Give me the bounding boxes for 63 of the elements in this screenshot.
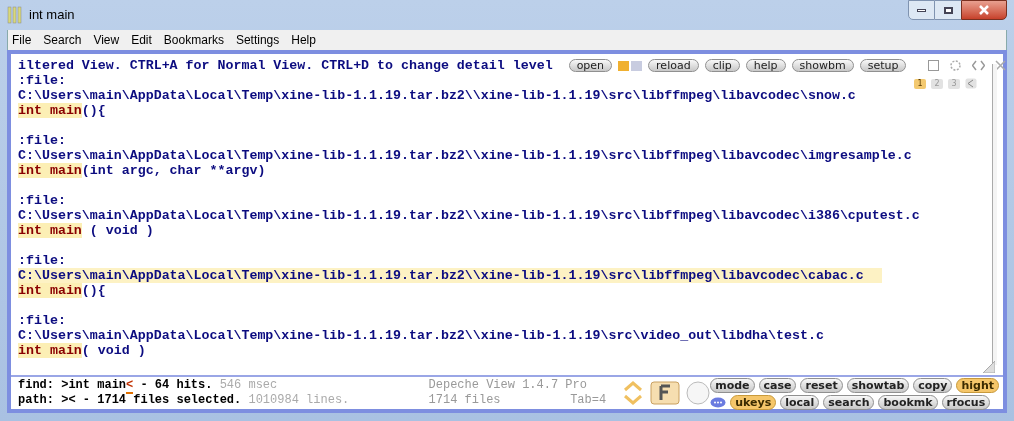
code-line: int main(){	[18, 283, 106, 298]
status-button[interactable]: case	[758, 378, 797, 393]
toolbar-button[interactable]: help	[745, 59, 786, 72]
status-button[interactable]: local	[780, 395, 820, 410]
status-button[interactable]: bookmk	[878, 395, 938, 410]
toolbar-button[interactable]: reload	[648, 59, 699, 72]
window-icon[interactable]	[928, 60, 940, 71]
app-icon	[7, 6, 23, 24]
status-button[interactable]: hight	[956, 378, 999, 393]
file-path[interactable]: C:\Users\main\AppData\Local\Temp\xine-lib-1.1.19.tar.bz2\\xine-lib-1.1.19\src\libffmpeg\libavcodec\imgresample.c	[18, 148, 912, 163]
menu-item[interactable]: File	[12, 31, 32, 49]
toolbar-button[interactable]: clip	[704, 59, 740, 72]
code-line: int main(){	[18, 103, 106, 118]
file-path[interactable]: C:\Users\main\AppData\Local\Temp\xine-lib-1.1.19.tar.bz2\\xine-lib-1.1.19\src\libffmpeg\libavcodec\cabac.c	[18, 268, 882, 283]
code-line: int main( void )	[18, 343, 146, 358]
up-down-icon[interactable]	[622, 380, 645, 406]
file-path[interactable]: C:\Users\main\AppData\Local\Temp\xine-lib-1.1.19.tar.bz2\\xine-lib-1.1.19\src\video_out\libdha\test.c	[18, 328, 824, 343]
code-line: int main(int argc, char **argv)	[18, 163, 266, 178]
file-label: :file:	[18, 193, 66, 208]
file-label: :file:	[18, 253, 66, 268]
tab-width: Tab=4	[570, 393, 607, 408]
close-icon	[978, 5, 990, 15]
code-icon[interactable]	[972, 60, 986, 71]
chat-icon[interactable]	[710, 396, 727, 409]
maximize-button[interactable]	[935, 0, 961, 20]
menu-item[interactable]: Settings	[235, 31, 280, 49]
code-line: int main ( void )	[18, 223, 154, 238]
status-button[interactable]: rfocus	[941, 395, 991, 410]
resize-grip-icon[interactable]	[983, 361, 995, 373]
status-button[interactable]: copy	[913, 378, 953, 393]
scrollbar[interactable]	[992, 64, 997, 365]
header-text: iltered View. CTRL+A for Normal View. CTRL+D to change detail level	[18, 58, 553, 73]
find-status: find: >int main< - 64 hits. 546 msec	[18, 378, 278, 393]
minimize-button[interactable]	[908, 0, 935, 20]
file-path[interactable]: C:\Users\main\AppData\Local\Temp\xine-lib-1.1.19.tar.bz2\\xine-lib-1.1.19\src\libffmpeg\libavcodec\snow.c	[18, 88, 856, 103]
f-key-icon[interactable]	[650, 381, 681, 405]
status-button[interactable]: ukeys	[730, 395, 777, 410]
toolbar-button[interactable]: showbm	[791, 59, 854, 72]
file-path[interactable]: C:\Users\main\AppData\Local\Temp\xine-lib-1.1.19.tar.bz2\\xine-lib-1.1.19\src\libffmpeg\libavcodec\i386\cputest.c	[18, 208, 920, 223]
status-button[interactable]: showtab	[846, 378, 910, 393]
layout-icon[interactable]	[618, 60, 643, 71]
menu-item[interactable]: Edit	[131, 31, 152, 49]
share-icon[interactable]	[965, 78, 977, 89]
app-version: Depeche View 1.4.7 Pro	[428, 378, 587, 393]
menu-item[interactable]: Help	[291, 31, 316, 49]
file-label: :file:	[18, 133, 66, 148]
window-title: int main	[29, 6, 75, 25]
menu-item[interactable]: View	[93, 31, 120, 49]
circle-button-icon[interactable]	[686, 381, 711, 405]
file-count: 1714 files	[428, 393, 501, 408]
page-tab[interactable]: 1	[914, 78, 926, 89]
menu-item[interactable]: Bookmarks	[163, 31, 224, 49]
status-button[interactable]: reset	[800, 378, 843, 393]
file-label: :file:	[18, 313, 66, 328]
close-icon[interactable]	[995, 60, 1007, 71]
status-button[interactable]: mode	[710, 378, 755, 393]
toolbar-button[interactable]: open	[568, 59, 613, 72]
menu-item[interactable]: Search	[43, 31, 82, 49]
status-button[interactable]: search	[823, 395, 875, 410]
close-button[interactable]	[961, 0, 1007, 20]
file-label: :file:	[18, 73, 66, 88]
toolbar-button[interactable]: setup	[859, 59, 907, 72]
path-status: path: >< - 1714 files selected. 1010984 lines.	[18, 393, 350, 408]
